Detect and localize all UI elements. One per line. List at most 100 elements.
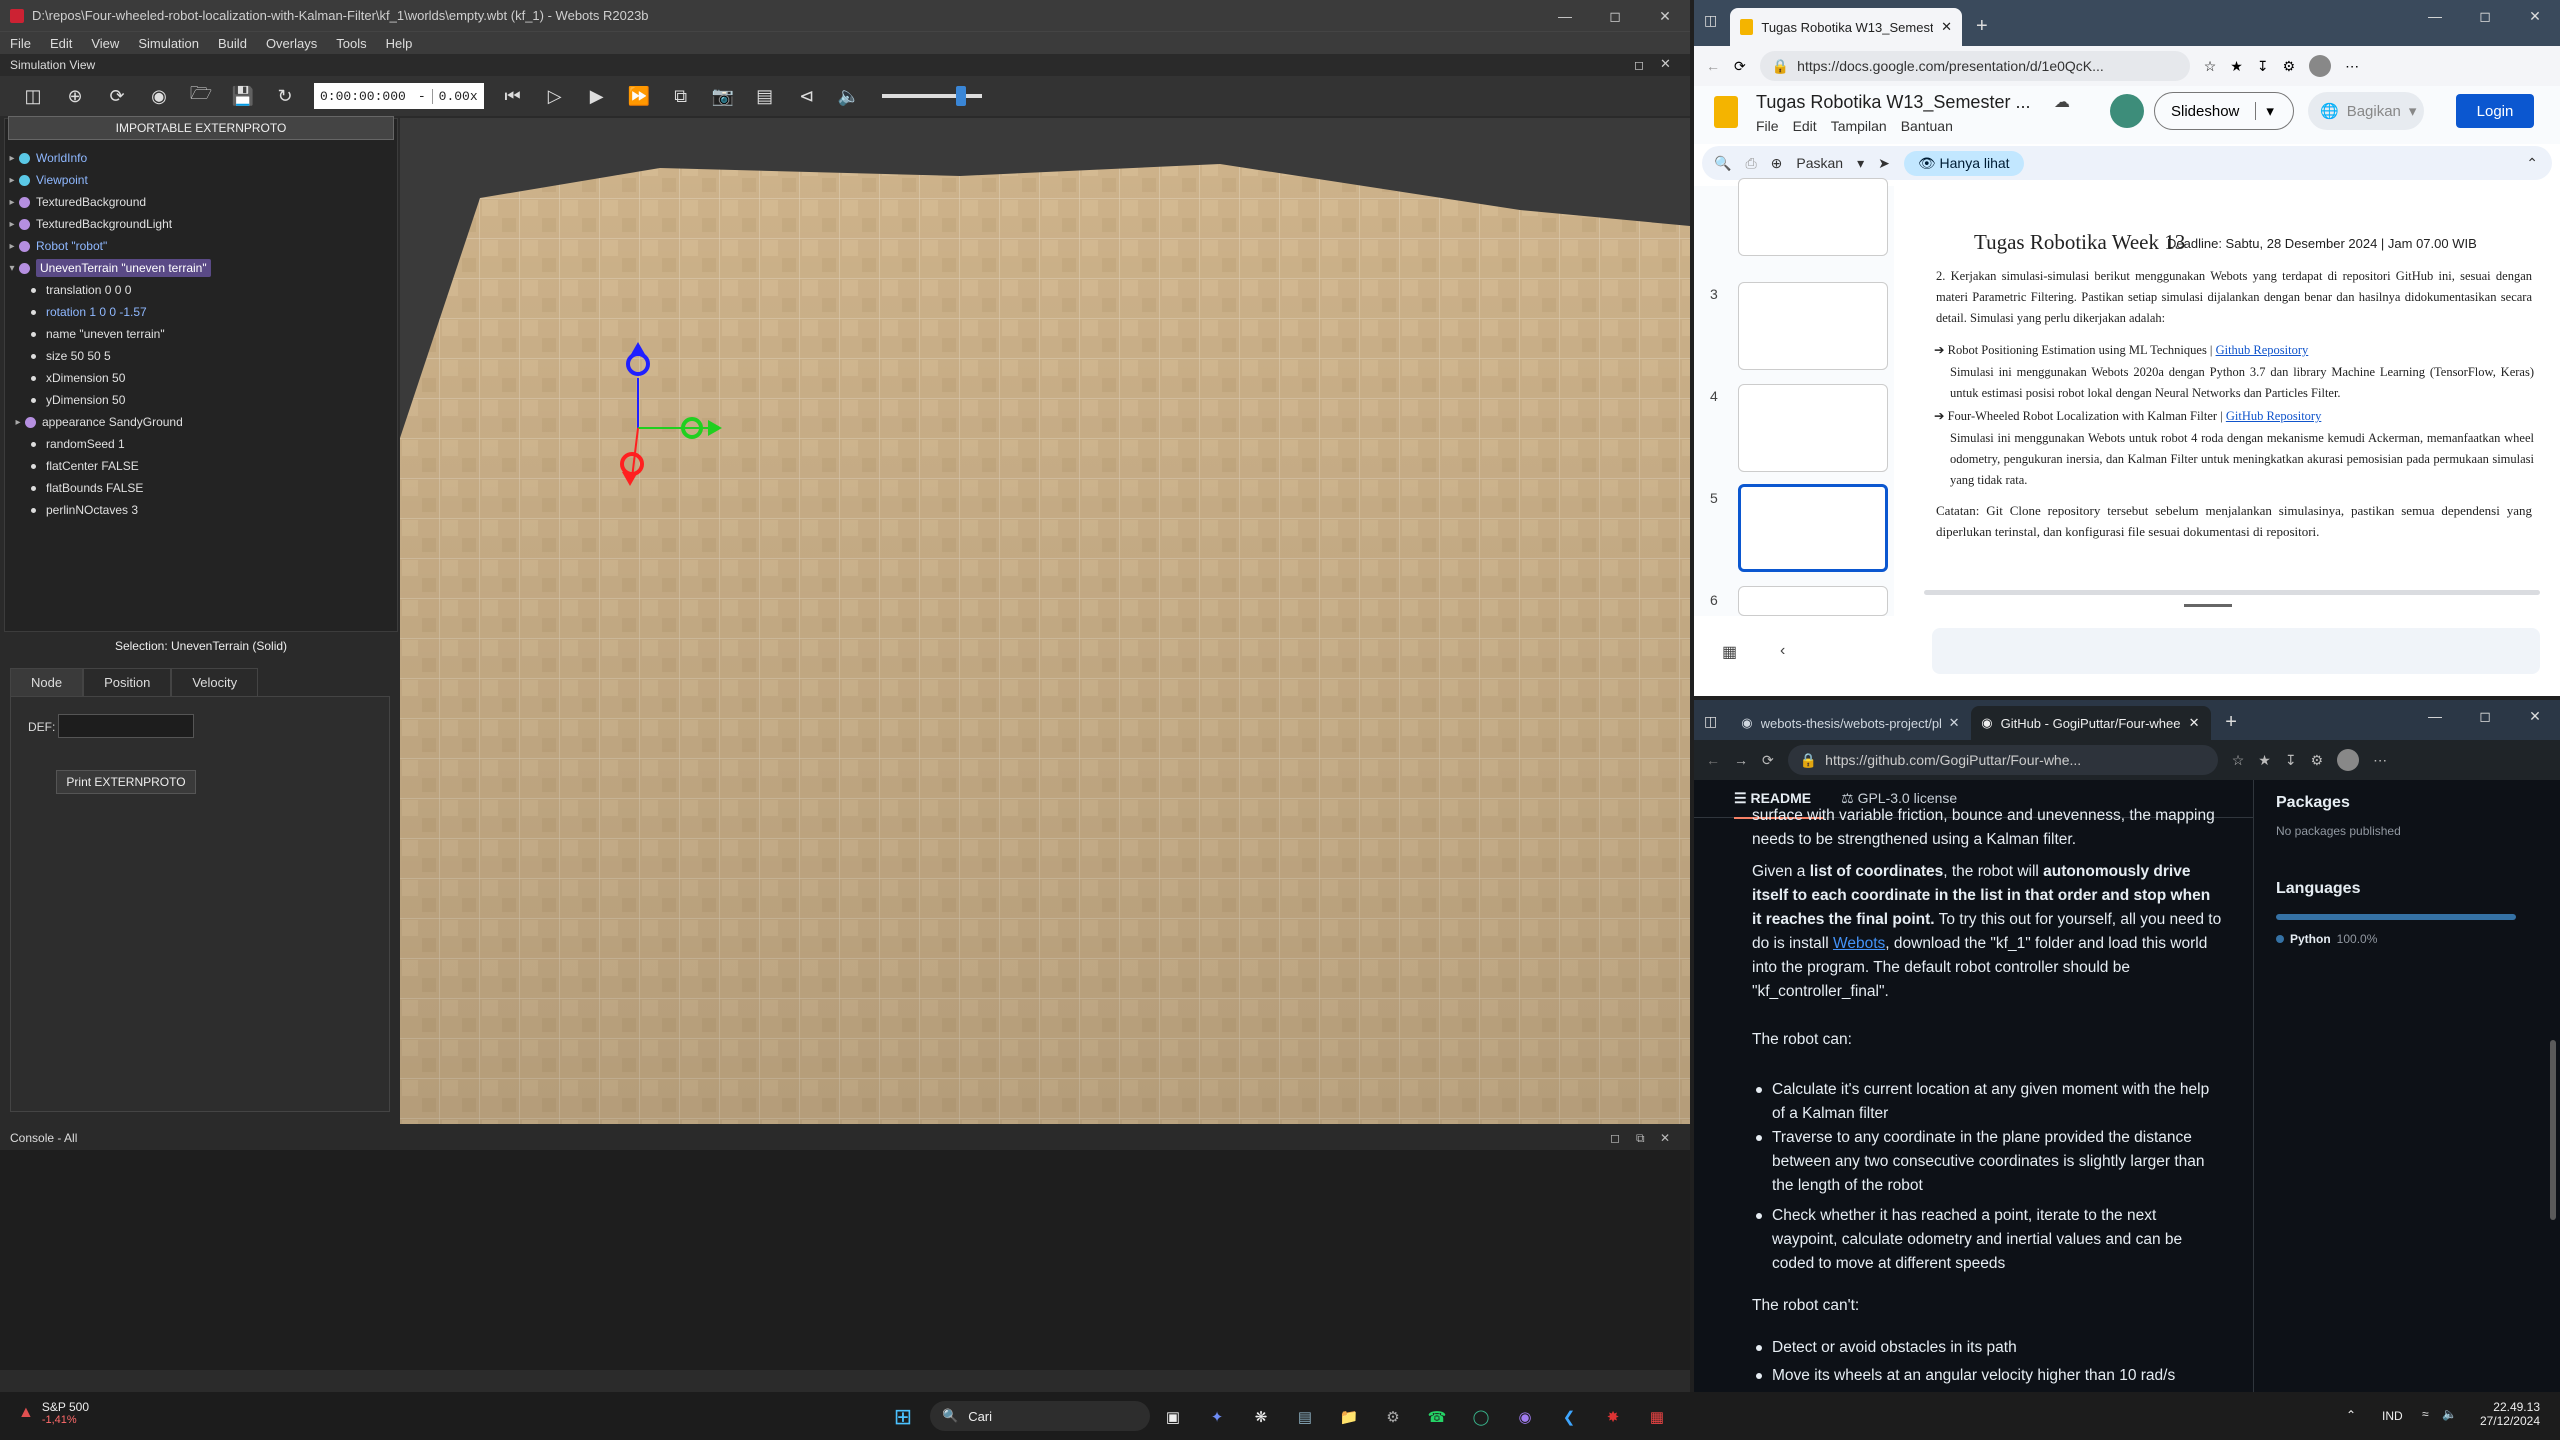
horizontal-scrollbar[interactable] [1924,590,2540,595]
downloads-icon[interactable]: ↧ [2257,58,2269,75]
slide-thumbnail[interactable] [1738,282,1888,370]
menu-file[interactable]: File [10,36,31,51]
menu-tools[interactable]: Tools [336,36,366,51]
scene-tree-node[interactable]: ▸ TexturedBackground [5,191,146,213]
slideshow-dropdown-icon[interactable]: ▾ [2255,102,2274,120]
screenshot-icon[interactable]: 📷 [704,81,742,111]
photos-icon[interactable]: ▤ [1292,1404,1318,1430]
browser-tab-slides[interactable]: Tugas Robotika W13_Semester G ✕ [1730,8,1962,46]
speaker-notes[interactable] [1932,628,2540,674]
edge-icon[interactable]: ◯ [1468,1404,1494,1430]
print-externproto-button[interactable]: Print EXTERNPROTO [56,770,196,794]
tab-position[interactable]: Position [83,668,172,696]
settings-icon[interactable]: ⚙ [1380,1404,1406,1430]
open-folder-icon[interactable]: 🗁 [182,81,220,111]
login-button[interactable]: Login [2456,94,2534,128]
tab-close-icon[interactable]: ✕ [1941,19,1952,35]
select-cursor-icon[interactable]: ➤ [1878,155,1890,172]
task-view-icon[interactable]: ▣ [1160,1404,1186,1430]
stock-widget[interactable]: ▲ S&P 500 -1,41% [18,1400,89,1426]
node-field[interactable]: flatCenter FALSE [27,455,139,477]
url-field[interactable]: 🔒 https://github.com/GogiPuttar/Four-whe… [1787,745,2218,775]
start-icon[interactable]: ⊞ [890,1404,916,1430]
clock[interactable]: 22.49.13 27/12/2024 [2470,1400,2540,1428]
minimize-button[interactable]: — [2410,700,2460,732]
notes-resize-handle[interactable] [2184,604,2232,607]
wifi-icon[interactable]: ≈ [2422,1407,2429,1421]
revert-icon[interactable]: ↻ [266,81,304,111]
taskbar-search[interactable]: 🔍 Cari [930,1401,1150,1431]
browser-tab-github-readme[interactable]: ◉ GitHub - GogiPuttar/Four-wheele ✕ [1971,706,2212,740]
more-icon[interactable]: ⋯ [2345,58,2359,75]
webots-link[interactable]: Webots [1833,935,1885,952]
save-icon[interactable]: 💾 [224,81,262,111]
tab-actions-icon[interactable]: ◫ [1704,713,1717,730]
console-close-icon[interactable]: ✕ [1660,1131,1670,1145]
expand-arrow-icon[interactable]: ▸ [11,417,25,428]
maximize-button[interactable]: ◻ [2460,700,2510,732]
packages-title[interactable]: Packages [2276,794,2350,812]
collapse-arrow-icon[interactable]: ▾ [5,263,19,274]
step-icon[interactable]: ▷ [536,81,574,111]
browser-tab-webots-thesis[interactable]: ◉ webots-thesis/webots-project/pl ✕ [1731,706,1971,740]
minimize-button[interactable]: — [2410,0,2460,32]
app-icon[interactable]: ▦ [1644,1404,1670,1430]
copilot-icon[interactable]: ✦ [1204,1404,1230,1430]
avatar[interactable] [2110,94,2144,128]
extensions-icon[interactable]: ⚙ [2311,752,2324,769]
whatsapp-icon[interactable]: ☎ [1424,1404,1450,1430]
scene-tree-node[interactable]: ▸ WorldInfo [5,147,87,169]
tab-actions-icon[interactable]: ◫ [1704,12,1717,29]
expand-arrow-icon[interactable]: ▸ [5,153,19,164]
undock-icon[interactable]: ◻ [1634,58,1644,72]
volume-slider[interactable] [881,86,982,106]
collapse-toolbar-icon[interactable]: ⌃ [2526,155,2538,172]
cloud-status-icon[interactable]: ☁ [2054,92,2070,112]
search-icon[interactable]: 🔍 [1714,155,1731,172]
def-input[interactable] [58,714,194,738]
play-icon[interactable]: ▶ [578,81,616,111]
slide-thumbnail[interactable] [1738,384,1888,472]
expand-arrow-icon[interactable]: ▸ [5,219,19,230]
node-field[interactable]: flatBounds FALSE [27,477,143,499]
slide-thumbnail[interactable] [1738,178,1888,256]
node-field[interactable]: randomSeed 1 [27,433,125,455]
expand-arrow-icon[interactable]: ▸ [5,175,19,186]
close-button[interactable]: ✕ [1640,0,1690,32]
chatgpt-icon[interactable]: ❋ [1248,1404,1274,1430]
node-field[interactable]: rotation 1 0 0 -1.57 [27,301,147,323]
more-icon[interactable]: ⋯ [2373,752,2387,769]
volume-icon[interactable]: 🔈 [830,81,868,111]
scene-tree-node[interactable]: ▸ TexturedBackgroundLight [5,213,172,235]
collections-icon[interactable]: ★ [2230,58,2243,75]
menu-overlays[interactable]: Overlays [266,36,317,51]
importable-externproto-header[interactable]: IMPORTABLE EXTERNPROTO [8,116,394,140]
share-button[interactable]: Bagikan [2347,103,2401,120]
menu-build[interactable]: Build [218,36,247,51]
toggle-scene-tree-icon[interactable]: ◫ [14,81,52,111]
volume-icon[interactable]: 🔈 [2442,1407,2457,1421]
console-undock-icon[interactable]: ⧉ [1636,1131,1645,1146]
profile-avatar[interactable] [2309,55,2332,77]
close-view-icon[interactable]: ✕ [1660,56,1671,72]
menu-help[interactable]: Bantuan [1901,118,1953,134]
item-1-link[interactable]: Github Repository [2216,343,2309,357]
back-icon[interactable]: ← [1706,752,1720,768]
downloads-icon[interactable]: ↧ [2285,752,2297,769]
node-field[interactable]: ▸ appearance SandyGround [11,411,182,433]
scene-tree-node[interactable]: ▸ Viewpoint [5,169,87,191]
console-output[interactable] [0,1150,1690,1370]
tab-close-icon[interactable]: ✕ [2189,715,2200,731]
expand-arrow-icon[interactable]: ▸ [5,197,19,208]
menu-edit[interactable]: Edit [1793,118,1817,134]
profile-avatar[interactable] [2337,749,2360,771]
menu-edit[interactable]: Edit [50,36,72,51]
translation-handles[interactable] [600,328,800,528]
zoom-dropdown-icon[interactable]: ▾ [1857,155,1864,172]
maximize-button[interactable]: ◻ [1590,0,1640,32]
node-field[interactable]: xDimension 50 [27,367,125,389]
volume-slider-knob[interactable] [955,86,966,106]
node-field[interactable]: translation 0 0 0 [27,279,131,301]
slides-logo-icon[interactable] [1714,96,1738,128]
menu-help[interactable]: Help [386,36,413,51]
